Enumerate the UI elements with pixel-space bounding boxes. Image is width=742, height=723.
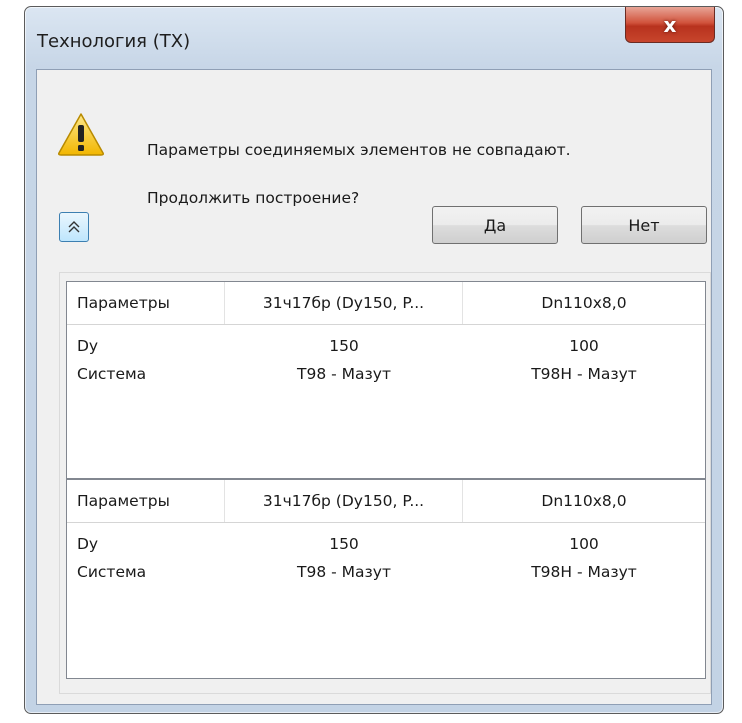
- column-header-element-2[interactable]: Dn110x8,0: [463, 282, 705, 324]
- column-header-element-1[interactable]: 31ч17бр (Dy150, P...: [225, 282, 463, 324]
- parameters-table-2: Параметры 31ч17бр (Dy150, P... Dn110x8,0…: [66, 479, 706, 679]
- yes-button[interactable]: Да: [432, 206, 558, 244]
- dialog-window: Технология (ТХ) x Параметры соединяемых …: [24, 6, 724, 714]
- window-title: Технология (ТХ): [37, 31, 191, 52]
- table-header: Параметры 31ч17бр (Dy150, P... Dn110x8,0: [67, 480, 705, 523]
- column-header-parameters[interactable]: Параметры: [67, 480, 225, 522]
- row-label: Dy: [77, 535, 99, 553]
- row-label: Система: [77, 365, 147, 383]
- column-header-element-2[interactable]: Dn110x8,0: [463, 480, 705, 522]
- row-value-1: Т98 - Мазут: [297, 365, 391, 383]
- row-value-1: 150: [329, 337, 359, 355]
- collapse-details-button[interactable]: [59, 212, 89, 242]
- row-value-1: 150: [329, 535, 359, 553]
- no-button[interactable]: Нет: [581, 206, 707, 244]
- row-value-2: 100: [569, 535, 599, 553]
- row-label: Система: [77, 563, 147, 581]
- parameters-table-1: Параметры 31ч17бр (Dy150, P... Dn110x8,0…: [66, 281, 706, 479]
- column-header-parameters[interactable]: Параметры: [67, 282, 225, 324]
- table-row: Система Т98 - Мазут Т98Н - Мазут: [67, 360, 705, 388]
- message-line-1: Параметры соединяемых элементов не совпа…: [147, 141, 571, 159]
- details-panel: Параметры 31ч17бр (Dy150, P... Dn110x8,0…: [59, 272, 711, 694]
- table-row: Dy 150 100: [67, 332, 705, 360]
- row-value-2: Т98Н - Мазут: [531, 563, 637, 581]
- dialog-body: Параметры соединяемых элементов не совпа…: [36, 69, 712, 705]
- close-button[interactable]: x: [625, 7, 715, 43]
- table-row: Система Т98 - Мазут Т98Н - Мазут: [67, 558, 705, 586]
- table-header: Параметры 31ч17бр (Dy150, P... Dn110x8,0: [67, 282, 705, 325]
- row-value-2: Т98Н - Мазут: [531, 365, 637, 383]
- chevron-double-up-icon: [68, 221, 80, 233]
- warning-icon: [58, 113, 104, 156]
- table-row: Dy 150 100: [67, 530, 705, 558]
- close-icon: x: [663, 12, 677, 37]
- row-label: Dy: [77, 337, 99, 355]
- row-value-2: 100: [569, 337, 599, 355]
- column-header-element-1[interactable]: 31ч17бр (Dy150, P...: [225, 480, 463, 522]
- row-value-1: Т98 - Мазут: [297, 563, 391, 581]
